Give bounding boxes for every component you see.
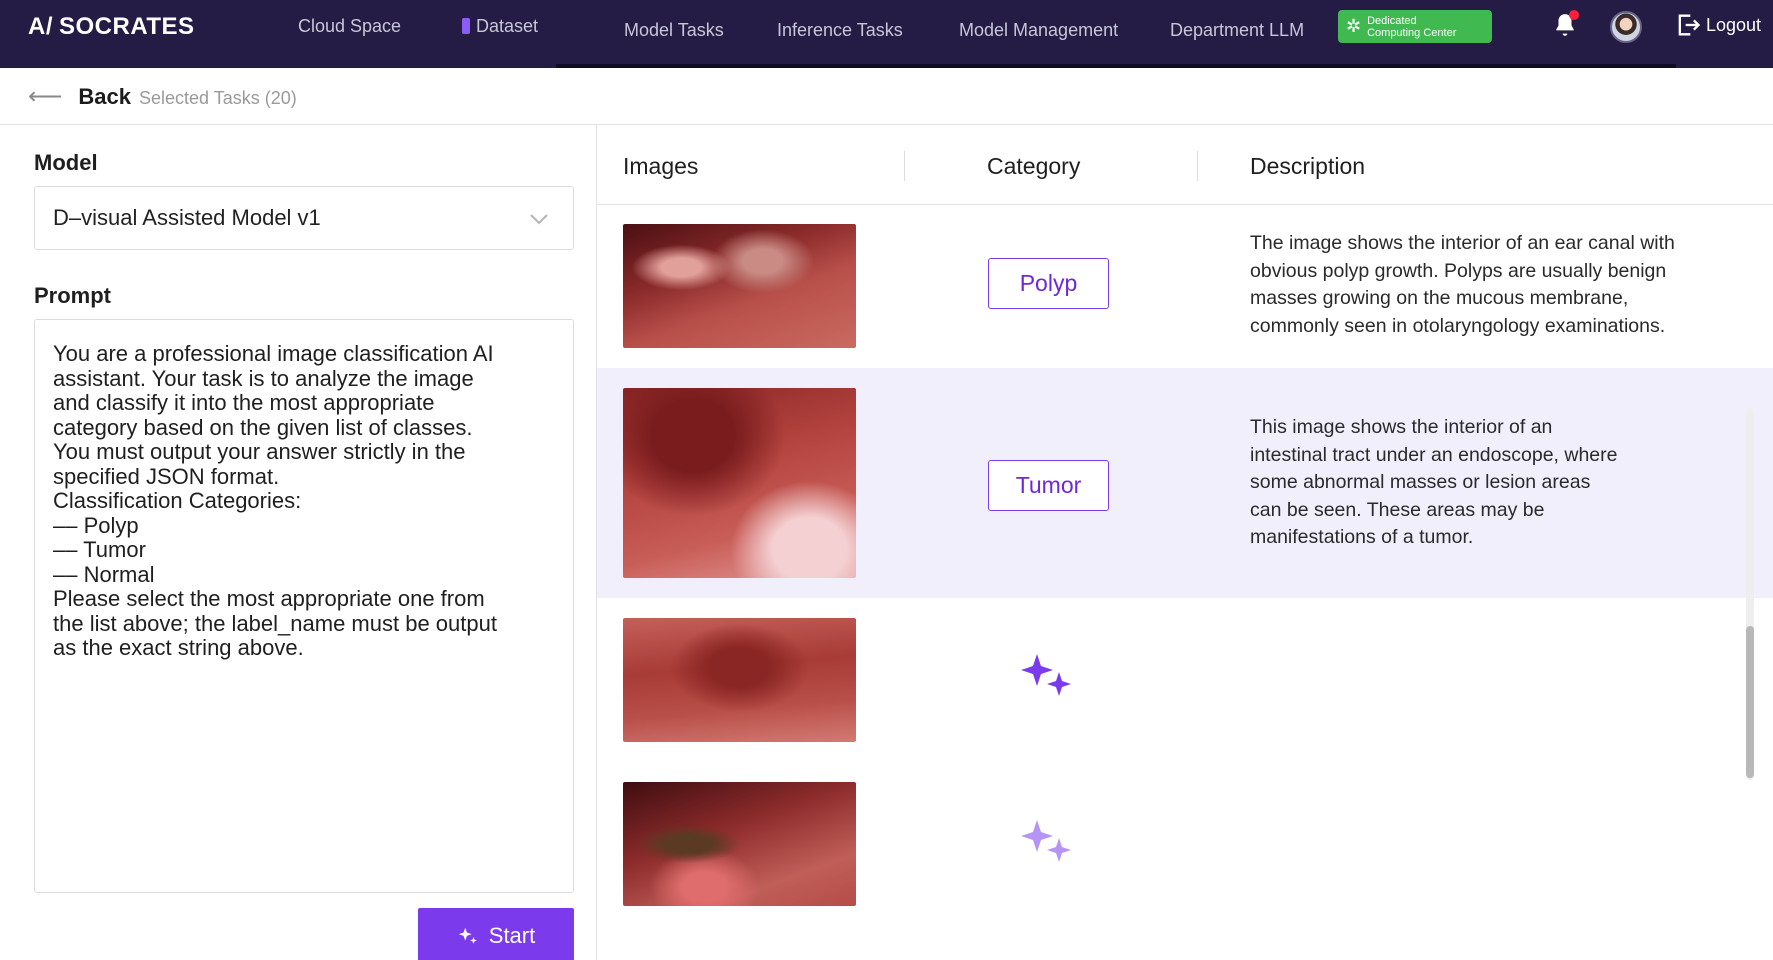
column-separator [1197, 151, 1198, 181]
back-button[interactable]: Back [78, 84, 131, 110]
avatar[interactable] [1610, 11, 1642, 43]
endoscopy-image-thumbnail[interactable] [623, 388, 856, 578]
nav-item-model-management[interactable]: Model Management [959, 20, 1118, 41]
nav-item-inference-tasks[interactable]: Inference Tasks [777, 20, 903, 41]
nav-item-dataset[interactable]: Dataset [462, 16, 538, 37]
sparkle-icon [1021, 654, 1071, 696]
table-scrollbar-thumb[interactable] [1746, 626, 1754, 778]
arrow-left-icon[interactable]: ⟵ [28, 85, 62, 109]
endoscopy-image-thumbnail[interactable] [623, 782, 856, 906]
dedicated-label: Dedicated Computing Center [1367, 15, 1456, 39]
logo-text: SOCRATES [59, 13, 195, 40]
model-label: Model [34, 150, 98, 175]
column-header-description: Description [1250, 153, 1366, 179]
start-button[interactable]: Start [418, 908, 574, 960]
gear-icon: ✲ [1346, 16, 1362, 36]
column-separator [904, 151, 905, 181]
logout-icon [1678, 14, 1701, 36]
table-row[interactable] [597, 760, 1773, 922]
nav-item-department-llm[interactable]: Department LLM [1170, 20, 1304, 41]
model-select-value: D–visual Assisted Model v1 [53, 205, 321, 230]
nav-item-model-tasks[interactable]: Model Tasks [624, 20, 724, 41]
endoscopy-image-thumbnail[interactable] [623, 224, 856, 348]
sparkle-icon [1021, 820, 1071, 862]
notification-dot [1569, 10, 1579, 20]
category-tag[interactable]: Tumor [988, 460, 1109, 511]
start-label: Start [488, 923, 536, 948]
row-description: This image shows the interior of an inte… [1250, 416, 1618, 548]
dedicated-line2: Computing Center [1367, 26, 1457, 39]
top-navbar: A/ SOCRATES Cloud Space Dataset Model Ta… [0, 0, 1773, 68]
prompt-textarea[interactable]: You are a professional image classificat… [34, 319, 574, 893]
nav-underline [556, 64, 1676, 68]
table-row[interactable]: Tumor This image shows the interior of a… [597, 368, 1773, 598]
app-page: A/ SOCRATES Cloud Space Dataset Model Ta… [0, 0, 1773, 960]
logout-button[interactable]: Logout [1674, 11, 1761, 39]
prompt-label: Prompt [34, 283, 111, 308]
selected-tasks-count: Selected Tasks (20) [139, 88, 297, 108]
column-header-images: Images [623, 153, 699, 179]
table-row[interactable] [597, 598, 1773, 760]
dedicated-line1: Dedicated [1367, 14, 1417, 27]
logo-mark: A/ [28, 13, 53, 40]
column-header-category: Category [987, 153, 1081, 179]
sparkle-icon [458, 927, 477, 944]
app-logo[interactable]: A/ SOCRATES [28, 13, 195, 41]
category-tag[interactable]: Polyp [988, 258, 1109, 309]
model-select[interactable]: D–visual Assisted Model v1 [34, 186, 574, 250]
dedicated-computing-center-button[interactable]: ✲ Dedicated Computing Center [1338, 10, 1492, 43]
results-table-header: Images Category Description [597, 125, 1773, 205]
table-row[interactable]: Polyp The image shows the interior of an… [597, 206, 1773, 368]
chevron-down-icon [530, 214, 548, 225]
endoscopy-image-thumbnail[interactable] [623, 618, 856, 742]
nav-item-cloud-space[interactable]: Cloud Space [298, 16, 401, 37]
row-description: The image shows the interior of an ear c… [1250, 232, 1675, 337]
notifications-button[interactable] [1552, 10, 1579, 38]
breadcrumb: ⟵ Back Selected Tasks (20) [28, 84, 297, 110]
logout-label: Logout [1706, 14, 1762, 35]
